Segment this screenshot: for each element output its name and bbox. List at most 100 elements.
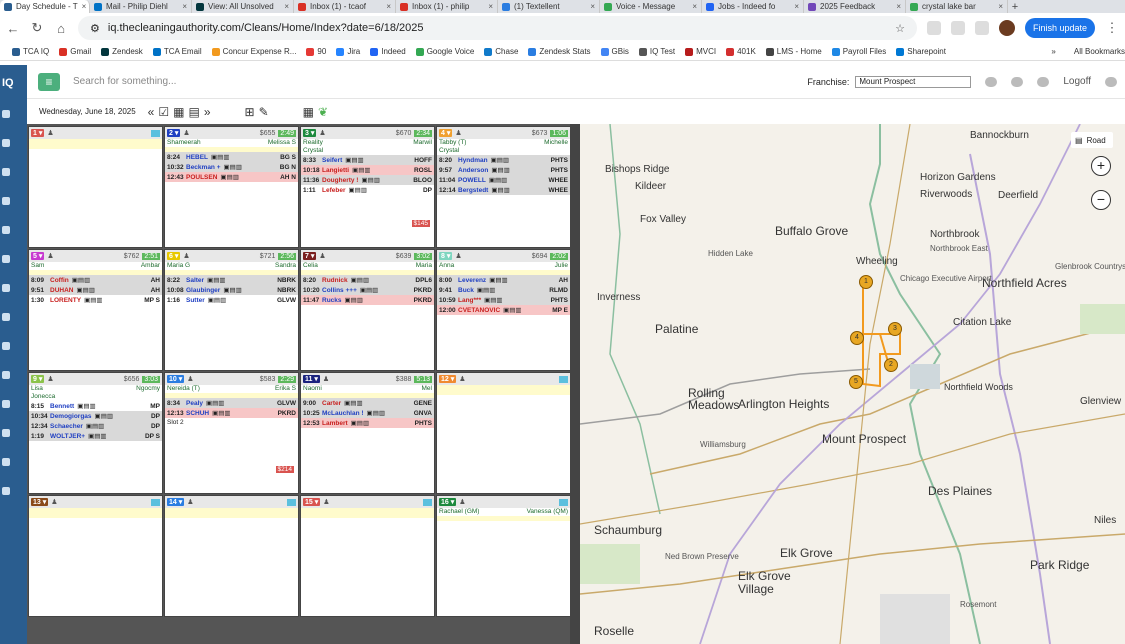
job-row[interactable]: 8:24 HEBEL ▣▤▥ BG S: [165, 152, 298, 162]
client-name[interactable]: Bergstedt: [458, 187, 488, 194]
logoff-link[interactable]: Logoff: [1063, 76, 1091, 87]
settings-icon[interactable]: [2, 371, 10, 379]
team-cell[interactable]: 9 ▾ ♟ $656 3:03 Lisa Ngocmy Jonecca 8:15 Bennett…: [28, 372, 163, 494]
job-row[interactable]: 8:00 Leverenz ▣▤▥ AH: [437, 275, 570, 285]
client-name[interactable]: Hyndman: [458, 157, 488, 164]
job-row[interactable]: 9:00 Carter ▣▤▥ GENE: [301, 398, 434, 408]
road-view-button[interactable]: ▤ Road: [1071, 132, 1113, 148]
bookmark-item[interactable]: TCA Email: [152, 47, 202, 56]
people-icon[interactable]: [2, 168, 10, 176]
client-name[interactable]: POWELL: [458, 177, 486, 184]
client-name[interactable]: Pealy: [186, 400, 203, 407]
tab-close-icon[interactable]: ×: [182, 2, 187, 11]
team-number[interactable]: 13 ▾: [31, 498, 49, 506]
building-icon[interactable]: [2, 342, 10, 350]
bookmark-item[interactable]: Jira: [336, 47, 360, 56]
team-number[interactable]: 6 ▾: [167, 252, 181, 260]
bookmark-item[interactable]: Concur Expense R...: [211, 47, 296, 56]
team-number[interactable]: 10 ▾: [167, 375, 185, 383]
tab-close-icon[interactable]: ×: [794, 2, 799, 11]
help-icon[interactable]: [2, 487, 10, 495]
map-pin-marker[interactable]: 4: [850, 331, 864, 345]
month-calendar-icon[interactable]: ▤: [188, 105, 199, 119]
finish-update-button[interactable]: Finish update: [1024, 18, 1095, 38]
team-number[interactable]: 12 ▾: [439, 375, 457, 383]
job-row[interactable]: 10:20 Collins +++ ▣▤▥ PKRD: [301, 285, 434, 295]
team-number[interactable]: 2 ▾: [167, 129, 181, 137]
home-icon[interactable]: [2, 110, 10, 118]
bookmark-item[interactable]: Gmail: [59, 47, 91, 56]
user-icon[interactable]: [2, 458, 10, 466]
team-number[interactable]: 4 ▾: [439, 129, 453, 137]
job-row[interactable]: 10:25 McLauchlan ! ▣▤▥ GNVA: [301, 408, 434, 418]
browser-tab[interactable]: Inbox (1) - philip ×: [396, 0, 498, 13]
job-row[interactable]: 8:34 Pealy ▣▤▥ GLVW: [165, 398, 298, 408]
tab-close-icon[interactable]: ×: [284, 2, 289, 11]
tab-close-icon[interactable]: ×: [896, 2, 901, 11]
job-row[interactable]: 12:43 POULSEN ▣▤▥ AH N: [165, 172, 298, 182]
client-name[interactable]: Collins +++: [322, 287, 357, 294]
browser-tab[interactable]: Inbox (1) - tcaof ×: [294, 0, 396, 13]
client-name[interactable]: Glaubinger: [186, 287, 220, 294]
browser-tab[interactable]: crystal lake bar ×: [906, 0, 1008, 13]
map-divider[interactable]: [570, 124, 580, 644]
job-row[interactable]: 12:53 Lambert ▣▤▥ PHTS: [301, 418, 434, 428]
client-name[interactable]: Coffin: [50, 277, 69, 284]
team-cell[interactable]: 16 ▾ ♟ Rachael (GM) Vanessa (QM): [436, 495, 571, 617]
new-tab-icon[interactable]: +: [1008, 1, 1022, 13]
map-pin-marker[interactable]: 5: [849, 375, 863, 389]
job-row[interactable]: 12:34 Schaecher ▣▤▥ DP: [29, 421, 162, 431]
job-row[interactable]: 1:16 Sutter ▣▤▥ GLVW: [165, 295, 298, 305]
tab-close-icon[interactable]: ×: [488, 2, 493, 11]
job-row[interactable]: 1:19 WOLTJER+ ▣▤▥ DP S: [29, 431, 162, 441]
chat-icon[interactable]: [2, 197, 10, 205]
zoom-in-button[interactable]: +: [1091, 156, 1111, 176]
client-name[interactable]: Buck: [458, 287, 474, 294]
client-name[interactable]: DUHAN: [50, 287, 73, 294]
team-cell[interactable]: 12 ▾ ♟: [436, 372, 571, 494]
team-number[interactable]: 7 ▾: [303, 252, 317, 260]
chat-icon[interactable]: [985, 76, 998, 87]
bookmark-item[interactable]: Zendesk: [101, 47, 143, 56]
job-row[interactable]: 10:08 Glaubinger ▣▤▥ NBRK: [165, 285, 298, 295]
browser-tab[interactable]: Jobs - Indeed fo ×: [702, 0, 804, 13]
prev-day-icon[interactable]: «: [148, 105, 155, 119]
client-name[interactable]: WOLTJER+: [50, 433, 85, 440]
team-number[interactable]: 9 ▾: [31, 375, 45, 383]
browser-tab[interactable]: 2025 Feedback ×: [804, 0, 906, 13]
map-pin-marker[interactable]: 3: [888, 322, 902, 336]
team-cell[interactable]: 8 ▾ ♟ $694 2:02 Anna Julie 8:00 Leverenz ▣▤▥ AH 9:…: [436, 249, 571, 371]
client-name[interactable]: Salter: [186, 277, 204, 284]
team-status-icon[interactable]: [559, 498, 568, 506]
bell-icon[interactable]: [2, 226, 10, 234]
leaf-icon[interactable]: ❦: [318, 105, 328, 119]
job-row[interactable]: 11:47 Rucks ▣▤▥ PKRD: [301, 295, 434, 305]
team-cell[interactable]: 1 ▾ ♟: [28, 126, 163, 248]
team-number[interactable]: 11 ▾: [303, 375, 320, 383]
browser-tab[interactable]: Day Schedule - T ×: [0, 0, 90, 13]
job-row[interactable]: 10:34 Demogiorgas ▣▤▥ DP: [29, 411, 162, 421]
all-bookmarks-link[interactable]: All Bookmarks: [1074, 47, 1125, 56]
client-name[interactable]: CVETANOVIC: [458, 307, 500, 314]
client-name[interactable]: SCHUH: [186, 410, 209, 417]
team-cell[interactable]: 7 ▾ ♟ $639 3:02 Celia Maria 8:20 Rudnick ▣▤▥ DPL6…: [300, 249, 435, 371]
browser-tab[interactable]: (1) Textellent ×: [498, 0, 600, 13]
tab-close-icon[interactable]: ×: [998, 2, 1003, 11]
team-cell[interactable]: 3 ▾ ♟ $670 2:34 Reality Marwil Crystal 8:33 Seif…: [300, 126, 435, 248]
bookmarks-more-icon[interactable]: »: [1051, 47, 1055, 56]
team-number[interactable]: 1 ▾: [31, 129, 45, 137]
job-row[interactable]: 11:36 Dougherty ! ▣▤▥ BLOO: [301, 175, 434, 185]
client-name[interactable]: Beckman +: [186, 164, 221, 171]
app-menu-icon[interactable]: [1105, 76, 1117, 87]
team-cell[interactable]: 10 ▾ ♟ $583 2:29 Nereida (T) Erika S 8:34 Pealy…: [164, 372, 299, 494]
calendar-add-icon[interactable]: ▦: [303, 105, 314, 119]
chart-icon[interactable]: [2, 255, 10, 263]
job-row[interactable]: 8:33 Seifert ▣▤▥ HOFF: [301, 155, 434, 165]
bookmark-item[interactable]: 401K: [726, 47, 756, 56]
client-name[interactable]: POULSEN: [186, 174, 217, 181]
notification-bell-icon[interactable]: [1037, 76, 1050, 87]
team-status-icon[interactable]: [559, 375, 568, 383]
zoom-out-button[interactable]: −: [1091, 190, 1111, 210]
job-row[interactable]: 10:18 Langietti ▣▤▥ ROSL: [301, 165, 434, 175]
job-row[interactable]: 9:51 DUHAN ▣▤▥ AH: [29, 285, 162, 295]
